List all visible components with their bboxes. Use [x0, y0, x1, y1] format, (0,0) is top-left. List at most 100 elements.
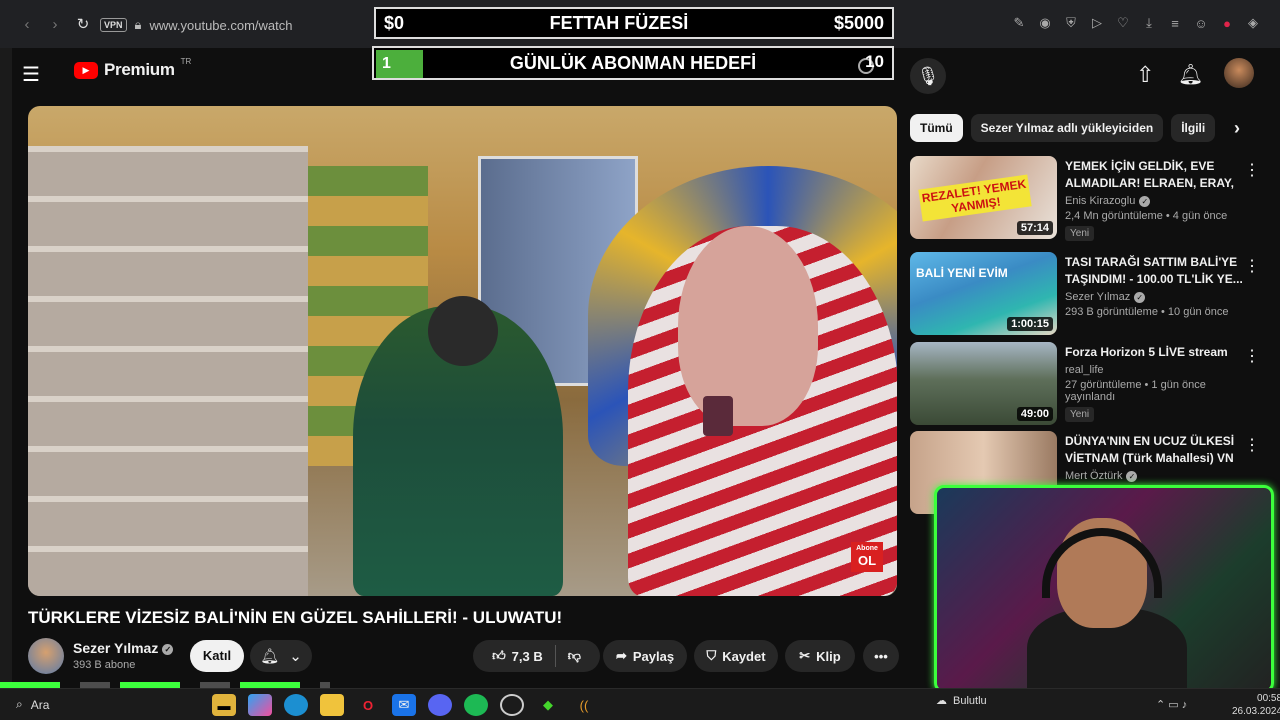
more-vert-icon[interactable]: ⋮	[1244, 346, 1260, 366]
taskbar	[0, 688, 1280, 720]
video-thumbnail[interactable]: BALİ YENİ EVİM 1:00:15	[910, 252, 1057, 335]
upload-icon[interactable]: ⇧	[1136, 62, 1154, 88]
channel-name-row[interactable]: Sezer Yılmaz ✓	[73, 640, 174, 656]
download-icon[interactable]: ⤓	[1140, 12, 1158, 34]
video-thumbnail[interactable]: 49:00	[910, 342, 1057, 425]
helmet	[428, 296, 498, 366]
back-icon[interactable]: ‹	[14, 11, 40, 37]
account-avatar[interactable]	[1224, 58, 1254, 88]
like-icon[interactable]: 👍︎	[492, 648, 506, 664]
edit-icon[interactable]: ✎	[1010, 12, 1028, 34]
more-actions-button[interactable]: •••	[863, 640, 899, 672]
save-button[interactable]: ⛉ Kaydet	[694, 640, 778, 672]
recommendation-channel[interactable]: Mert Öztürk	[1065, 470, 1122, 482]
url-text[interactable]: www.youtube.com/watch	[149, 18, 292, 33]
recommendation-channel-row[interactable]: Enis Kirazoglu ✓	[1065, 195, 1245, 207]
file-explorer-icon[interactable]: ▬	[212, 694, 236, 716]
verified-icon: ✓	[1126, 470, 1138, 482]
extension-bar: ✎ ◉ ⛨ ▷ ♡ ⤓ ≡ ☺ ● ◈	[1010, 12, 1262, 34]
recommendation-title[interactable]: YEMEK İÇİN GELDİK, EVE ALMADILAR! ELRAEN…	[1065, 158, 1245, 192]
recommendation-meta: 2,4 Mn görüntüleme • 4 gün önce	[1065, 210, 1228, 222]
recommendation-title[interactable]: Forza Horizon 5 LİVE stream	[1065, 344, 1245, 361]
goal-target: 10	[865, 52, 884, 71]
country-code: TR	[180, 56, 192, 66]
menu-icon[interactable]: ≡	[1166, 12, 1184, 34]
copilot-icon[interactable]	[248, 694, 272, 716]
verified-icon: ✓	[1139, 195, 1151, 207]
chevron-right-icon[interactable]: ›	[1234, 118, 1240, 139]
youtube-logo[interactable]: ▶ Premium TR	[74, 56, 192, 80]
subscribed-bell-button[interactable]: 🔔︎ ⌄	[250, 640, 312, 672]
microphone-icon[interactable]: 🎙︎	[910, 58, 946, 94]
shield-icon[interactable]: ⛨	[1062, 12, 1080, 34]
video-player[interactable]: Abone OL	[28, 106, 897, 596]
taskbar-search[interactable]: ⌕ Ara	[16, 697, 49, 712]
recommendation-meta: 293 B görüntüleme • 10 gün önce	[1065, 306, 1229, 318]
recommendation-channel-row[interactable]: Sezer Yılmaz ✓	[1065, 291, 1245, 303]
list-item[interactable]: REZALET! YEMEK YANMIŞ! 57:14 YEMEK İÇİN …	[910, 156, 1270, 241]
duration-badge: 57:14	[1016, 221, 1053, 235]
recommendation-title[interactable]: TASI TARAĞI SATTIM BALİ'YE TAŞINDIM! - 1…	[1065, 254, 1245, 288]
spotify-icon[interactable]	[464, 694, 488, 716]
forward-icon[interactable]: ›	[42, 11, 68, 37]
heart-icon[interactable]: ♡	[1114, 12, 1132, 34]
reload-icon[interactable]: ↻	[70, 11, 96, 37]
list-item[interactable]: BALİ YENİ EVİM 1:00:15 TASI TARAĞI SATTI…	[910, 252, 1270, 336]
video-woman	[628, 226, 897, 596]
share-button[interactable]: ➦ Paylaş	[603, 640, 687, 672]
divider	[554, 645, 556, 667]
tab-related[interactable]: İlgili	[1171, 114, 1216, 142]
recommendation-channel[interactable]: Sezer Yılmaz	[1065, 291, 1130, 303]
list-item[interactable]: 49:00 Forza Horizon 5 LİVE stream real_l…	[910, 342, 1270, 426]
profile-icon[interactable]: ☺	[1192, 12, 1210, 34]
audio-app-icon[interactable]: ((	[572, 694, 596, 716]
system-tray[interactable]: ⌃ ▭ ♪	[1156, 698, 1187, 711]
more-vert-icon[interactable]: ⋮	[1244, 160, 1260, 180]
subscribe-watermark[interactable]: Abone OL	[851, 542, 883, 572]
opera-icon[interactable]: O	[356, 694, 380, 716]
razer-icon[interactable]: ◆	[536, 694, 560, 716]
save-label: Kaydet	[722, 648, 766, 664]
channel-avatar[interactable]	[28, 638, 64, 674]
goal-progress-bar: 1	[376, 50, 423, 78]
vpn-badge[interactable]: VPN	[100, 18, 127, 32]
taskbar-search-label: Ara	[30, 697, 50, 712]
recommendation-title[interactable]: DÜNYA'NIN EN UCUZ ÜLKESİ VİETNAM (Türk M…	[1065, 433, 1245, 467]
video-thumbnail[interactable]: REZALET! YEMEK YANMIŞ! 57:14	[910, 156, 1057, 239]
send-icon[interactable]: ▷	[1088, 12, 1106, 34]
like-count[interactable]: 7,3 B	[512, 649, 543, 664]
chevron-down-icon: ⌄	[289, 648, 302, 665]
taskbar-clock[interactable]: 00:58 26.03.2024	[1232, 692, 1280, 718]
cube-icon[interactable]: ◈	[1244, 12, 1262, 34]
notifications-icon[interactable]: 🔔︎	[1178, 62, 1203, 87]
mail-icon[interactable]: ✉	[392, 694, 416, 716]
discord-icon[interactable]	[428, 694, 452, 716]
video-shelf	[28, 146, 308, 596]
duration-badge: 1:00:15	[1007, 317, 1053, 331]
like-dislike-group: 👍︎ 7,3 B 👎︎	[473, 640, 600, 672]
donation-goal-overlay: $0 FETTAH FÜZESİ $5000	[374, 7, 894, 39]
join-button[interactable]: Katıl	[190, 640, 244, 672]
more-vert-icon[interactable]: ⋮	[1244, 256, 1260, 276]
obs-icon[interactable]	[500, 694, 524, 716]
folder-icon[interactable]	[320, 694, 344, 716]
new-badge: Yeni	[1065, 226, 1095, 241]
edge-icon[interactable]	[284, 694, 308, 716]
tab-from-uploader[interactable]: Sezer Yılmaz adlı yükleyiciden	[970, 114, 1164, 142]
dislike-icon[interactable]: 👎︎	[568, 648, 581, 664]
recommendation-channel[interactable]: Enis Kirazoglu	[1065, 195, 1135, 207]
weather-widget[interactable]: ☁ Bulutlu	[936, 694, 987, 708]
recommendation-channel[interactable]: real_life	[1065, 364, 1245, 376]
subscriber-count: 393 B abone	[73, 659, 136, 671]
channel-name[interactable]: Sezer Yılmaz	[73, 640, 158, 656]
record-icon[interactable]: ●	[1218, 12, 1236, 34]
video-owner-row: Sezer Yılmaz ✓ 393 B abone Katıl 🔔︎ ⌄ 👍︎ …	[28, 638, 899, 678]
recommendation-channel-row[interactable]: Mert Öztürk ✓	[1065, 470, 1245, 482]
camera-icon[interactable]: ◉	[1036, 12, 1054, 34]
clip-button[interactable]: ✂ Klip	[785, 640, 855, 672]
more-vert-icon[interactable]: ⋮	[1244, 435, 1260, 455]
hamburger-menu-icon[interactable]: ☰	[22, 62, 40, 87]
browser-sidebar	[0, 48, 12, 688]
tab-all[interactable]: Tümü	[910, 114, 963, 142]
address-bar[interactable]: VPN 🔒︎ www.youtube.com/watch	[100, 11, 370, 39]
